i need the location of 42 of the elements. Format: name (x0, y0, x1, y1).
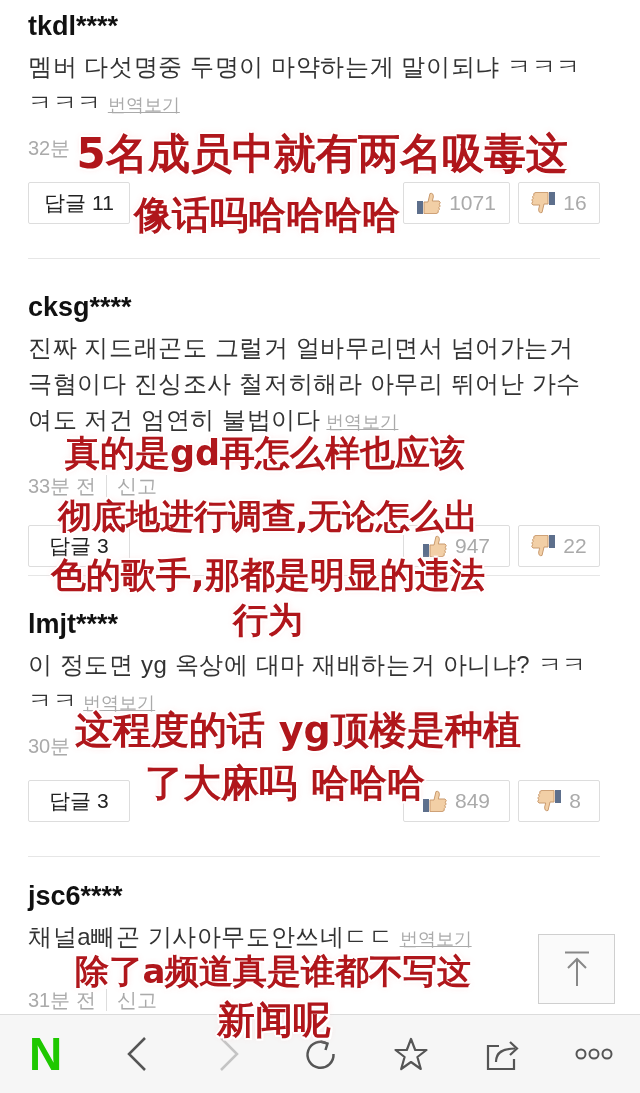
thumbs-up-icon (417, 192, 442, 214)
reply-button[interactable]: 답글 3 (28, 780, 130, 822)
logo[interactable]: N (29, 1031, 63, 1077)
dislike-button[interactable]: 16 (518, 182, 600, 224)
translation-caption: 像话吗哈哈哈哈 (134, 196, 400, 234)
thumbs-up-icon (422, 535, 447, 557)
comment-text: 멤버 다섯명중 두명이 마약하는게 말이되냐 ㅋㅋㅋㅋㅋㅋ 번역보기 (28, 52, 582, 118)
comment-time: 32분 (28, 136, 71, 161)
reply-button[interactable]: 답글 11 (28, 182, 130, 224)
thumbs-down-icon (537, 790, 562, 812)
more-button[interactable] (575, 1048, 614, 1060)
translate-link[interactable]: 번역보기 (326, 412, 399, 432)
translation-caption: 真的是gd再怎么样也应该 (64, 436, 466, 471)
report-link[interactable]: 신고 (105, 475, 157, 497)
comment-time: 31분 전 (28, 988, 96, 1013)
scroll-to-top-button[interactable] (538, 934, 615, 1004)
translation-caption: 新闻呢 (217, 1001, 331, 1039)
arrow-up-icon (563, 951, 590, 987)
back-button[interactable] (127, 1036, 148, 1072)
username: cksg**** (28, 292, 132, 322)
dislike-button[interactable]: 8 (518, 780, 600, 822)
star-icon (393, 1037, 430, 1071)
translate-link[interactable]: 번역보기 (107, 95, 180, 115)
comment-text: 진짜 지드래곤도 그럴거 얼바무리면서 넘어가는거 극혐이다 진싱조사 철저히해라 아무리 뛰어난 가수여도 저건 엄연히 불법이다 번역보기 (28, 333, 582, 434)
username: tkdl**** (28, 11, 119, 41)
chevron-left-icon (127, 1036, 148, 1072)
comment-time: 30분 (28, 734, 71, 759)
thumbs-down-icon (531, 535, 556, 557)
translation-caption: 5名成员中就有两名吸毒这 (76, 133, 568, 175)
translation-caption: 行为 (233, 603, 303, 638)
translation-caption: 这程度的话 yg顶楼是种植 (75, 711, 521, 749)
comment-time: 33분 전 (28, 474, 96, 498)
username: lmjt**** (28, 609, 119, 639)
bookmark-button[interactable] (393, 1037, 430, 1071)
translate-link[interactable]: 번역보기 (399, 929, 472, 949)
username: jsc6**** (28, 881, 123, 911)
report-link[interactable]: 신고 (105, 989, 157, 1011)
thumbs-down-icon (531, 192, 556, 214)
translation-caption: 除了a频道真是谁都不写这 (74, 954, 472, 988)
dislike-button[interactable]: 22 (518, 525, 600, 567)
like-button[interactable]: 1071 (403, 182, 510, 224)
more-icon (575, 1048, 614, 1060)
